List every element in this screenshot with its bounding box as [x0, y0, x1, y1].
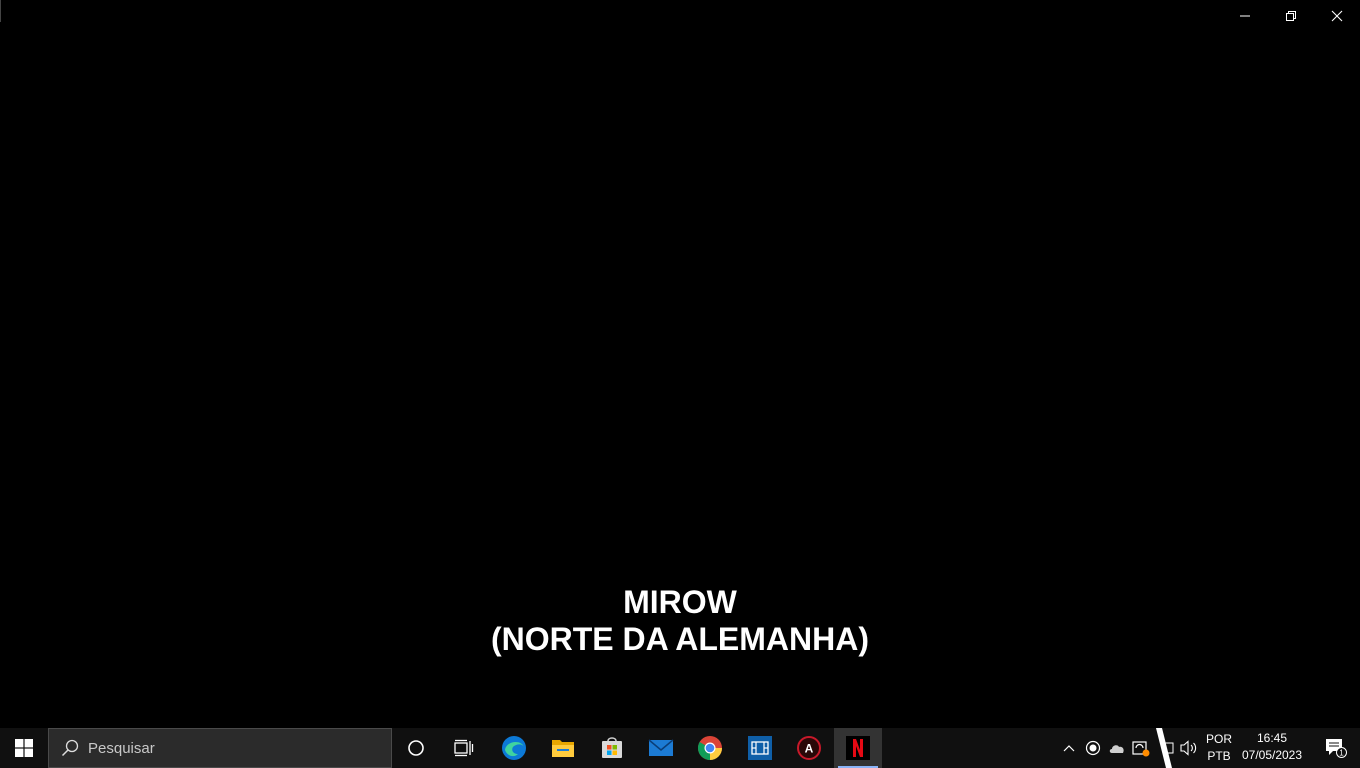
chrome-button[interactable]: [686, 728, 734, 768]
svg-text:A: A: [805, 742, 814, 756]
update-status-icon: [1132, 741, 1150, 757]
video-player-window[interactable]: MIROW (NORTE DA ALEMANHA): [0, 0, 1360, 728]
taskbar: Pesquisar A POR PTB 16:45 07/05/2023 1: [0, 728, 1360, 768]
notification-icon: 1: [1326, 739, 1347, 758]
minimize-icon: [1240, 15, 1250, 17]
close-button[interactable]: [1314, 0, 1360, 32]
device-window-icon: [1156, 728, 1174, 768]
cloud-icon: [1109, 745, 1124, 753]
mail-envelope-icon: [648, 739, 674, 756]
edge-taskbar-button[interactable]: [490, 728, 538, 768]
clock-date-text: 07/05/2023: [1241, 748, 1303, 762]
subtitle-line-2: (NORTE DA ALEMANHA): [490, 621, 870, 657]
input-language-indicator[interactable]: POR PTB: [1198, 728, 1240, 768]
cortana-circle-icon: [408, 740, 424, 756]
subtitle-caption: MIROW (NORTE DA ALEMANHA): [0, 584, 1360, 658]
tray-record-button[interactable]: [1081, 728, 1105, 768]
minimize-button[interactable]: [1222, 0, 1268, 32]
taskbar-search-box[interactable]: Pesquisar: [48, 728, 392, 768]
netflix-taskbar-button[interactable]: [834, 728, 882, 768]
window-edge-marker: [0, 0, 1, 22]
cortana-button[interactable]: [392, 728, 440, 768]
edge-browser-icon: [502, 736, 526, 760]
window-controls: [1222, 0, 1360, 32]
film-strip-icon: [748, 736, 772, 760]
start-button[interactable]: [0, 728, 48, 768]
tray-update-button[interactable]: [1129, 728, 1153, 768]
file-explorer-button[interactable]: [539, 728, 587, 768]
red-a-app-button[interactable]: A: [785, 728, 833, 768]
chrome-browser-icon: [697, 736, 722, 761]
clock-date[interactable]: 16:45 07/05/2023: [1240, 728, 1304, 768]
chevron-up-icon: [1063, 745, 1075, 752]
restore-icon: [1286, 11, 1296, 21]
notification-count: 1: [1339, 749, 1344, 758]
mail-button[interactable]: [637, 728, 685, 768]
show-hidden-icons-button[interactable]: [1057, 728, 1081, 768]
folder-icon: [552, 740, 574, 757]
microsoft-store-button[interactable]: [588, 728, 636, 768]
language-code: POR: [1205, 732, 1232, 746]
task-view-icon: [454, 739, 474, 757]
onedrive-button[interactable]: [1105, 728, 1129, 768]
task-view-button[interactable]: [440, 728, 488, 768]
search-placeholder: Pesquisar: [88, 739, 155, 757]
windows-logo-icon: [15, 739, 33, 757]
speaker-volume-icon: [1180, 740, 1197, 756]
restore-button[interactable]: [1268, 0, 1314, 32]
red-a-app-icon: A: [797, 736, 821, 760]
movies-tv-button[interactable]: [736, 728, 784, 768]
store-bag-icon: [602, 737, 622, 758]
netflix-logo-icon: [846, 736, 870, 760]
close-icon: [1331, 10, 1343, 22]
subtitle-line-1: MIROW: [623, 584, 737, 620]
record-circle-icon: [1085, 740, 1101, 756]
action-center-button[interactable]: 1: [1312, 728, 1360, 768]
clock-time: 16:45: [1256, 731, 1288, 745]
search-icon: [61, 739, 79, 757]
tray-device-button[interactable]: [1153, 728, 1177, 768]
keyboard-layout-code: PTB: [1207, 749, 1231, 763]
